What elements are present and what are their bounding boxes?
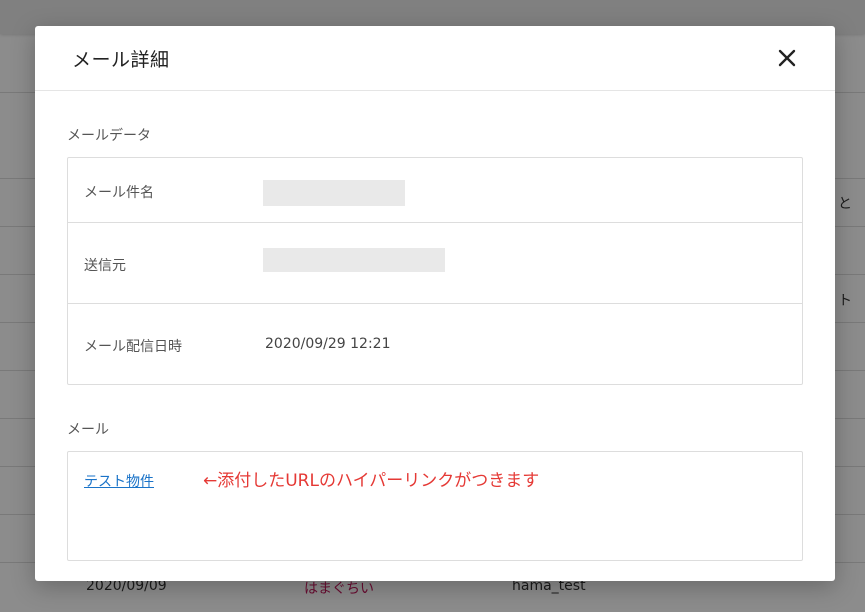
mail-sent-date-value: 2020/09/29 12:21 <box>265 336 391 352</box>
annotation-note: ←添付したURLのハイパーリンクがつきます <box>203 471 540 491</box>
close-icon <box>778 49 796 67</box>
mail-data-table: メール件名 送信元 メール配信日時 2020/09/29 12:21 <box>67 157 803 385</box>
modal-title: メール詳細 <box>72 49 170 71</box>
mail-sender-label: 送信元 <box>84 258 126 274</box>
property-link[interactable]: テスト物件 <box>84 471 154 491</box>
redacted-subject <box>263 180 405 206</box>
mail-section-label: メール <box>67 422 109 438</box>
mail-sent-date-label: メール配信日時 <box>84 339 182 355</box>
mail-data-section-label: メールデータ <box>67 128 151 144</box>
mail-sent-date-row: メール配信日時 2020/09/29 12:21 <box>68 304 802 384</box>
mail-sender-row: 送信元 <box>68 223 802 304</box>
modal-header: メール詳細 <box>35 26 835 91</box>
close-button[interactable] <box>774 45 800 71</box>
mail-body-box: テスト物件 ←添付したURLのハイパーリンクがつきます <box>67 451 803 561</box>
mail-detail-modal: メール詳細 メールデータ メール件名 送信元 メール配信日時 2020/09/2… <box>35 26 835 581</box>
mail-subject-label: メール件名 <box>84 185 154 201</box>
mail-subject-row: メール件名 <box>68 158 802 223</box>
redacted-sender <box>263 248 445 272</box>
